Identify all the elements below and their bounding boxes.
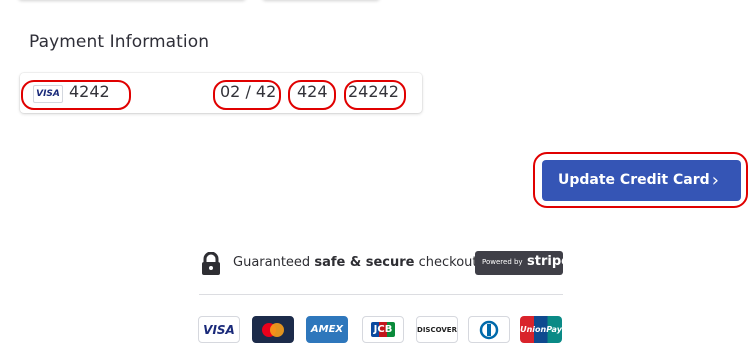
badge-big-text: stripe (527, 254, 570, 269)
divider (199, 294, 563, 295)
secure-checkout-text: Guaranteed safe & secure checkout (233, 255, 477, 270)
secure-checkout-row: Guaranteed safe & secure checkout Powere… (200, 250, 570, 278)
jcb-logo-icon: JCB (362, 316, 404, 343)
amex-logo-icon: AMEX (306, 316, 348, 343)
highlight-expiry (213, 80, 281, 110)
lock-icon (202, 252, 220, 275)
update-button-label: Update Credit Card (558, 172, 710, 188)
highlight-card-number (21, 80, 131, 110)
diners-circle-icon (479, 320, 499, 339)
chevron-right-icon: › (711, 170, 719, 191)
powered-by-stripe-badge[interactable]: Powered by stripe (475, 251, 570, 275)
jcb-logo-text: JCB (370, 322, 396, 337)
unionpay-logo-text: UnionPay (520, 325, 562, 334)
secure-prefix: Guaranteed (233, 255, 311, 270)
mastercard-circles-icon (262, 322, 284, 337)
unionpay-logo-icon: UnionPay (520, 316, 562, 343)
discover-logo-text: DISCOVER (417, 325, 457, 334)
section-title: Payment Information (29, 32, 210, 52)
update-credit-card-button[interactable]: Update Credit Card › (542, 160, 741, 201)
diners-logo-icon (468, 316, 510, 343)
visa-logo-text: VISA (203, 322, 235, 337)
amex-logo-text: AMEX (310, 324, 344, 335)
secure-suffix: checkout (418, 255, 478, 270)
visa-logo-icon: VISA (198, 316, 240, 343)
badge-small-text: Powered by (482, 258, 523, 266)
highlight-zip (344, 80, 406, 110)
highlight-cvc (288, 80, 336, 110)
secure-bold: safe & secure (314, 255, 415, 270)
discover-logo-icon: DISCOVER (416, 316, 458, 343)
mastercard-logo-icon (252, 316, 294, 343)
